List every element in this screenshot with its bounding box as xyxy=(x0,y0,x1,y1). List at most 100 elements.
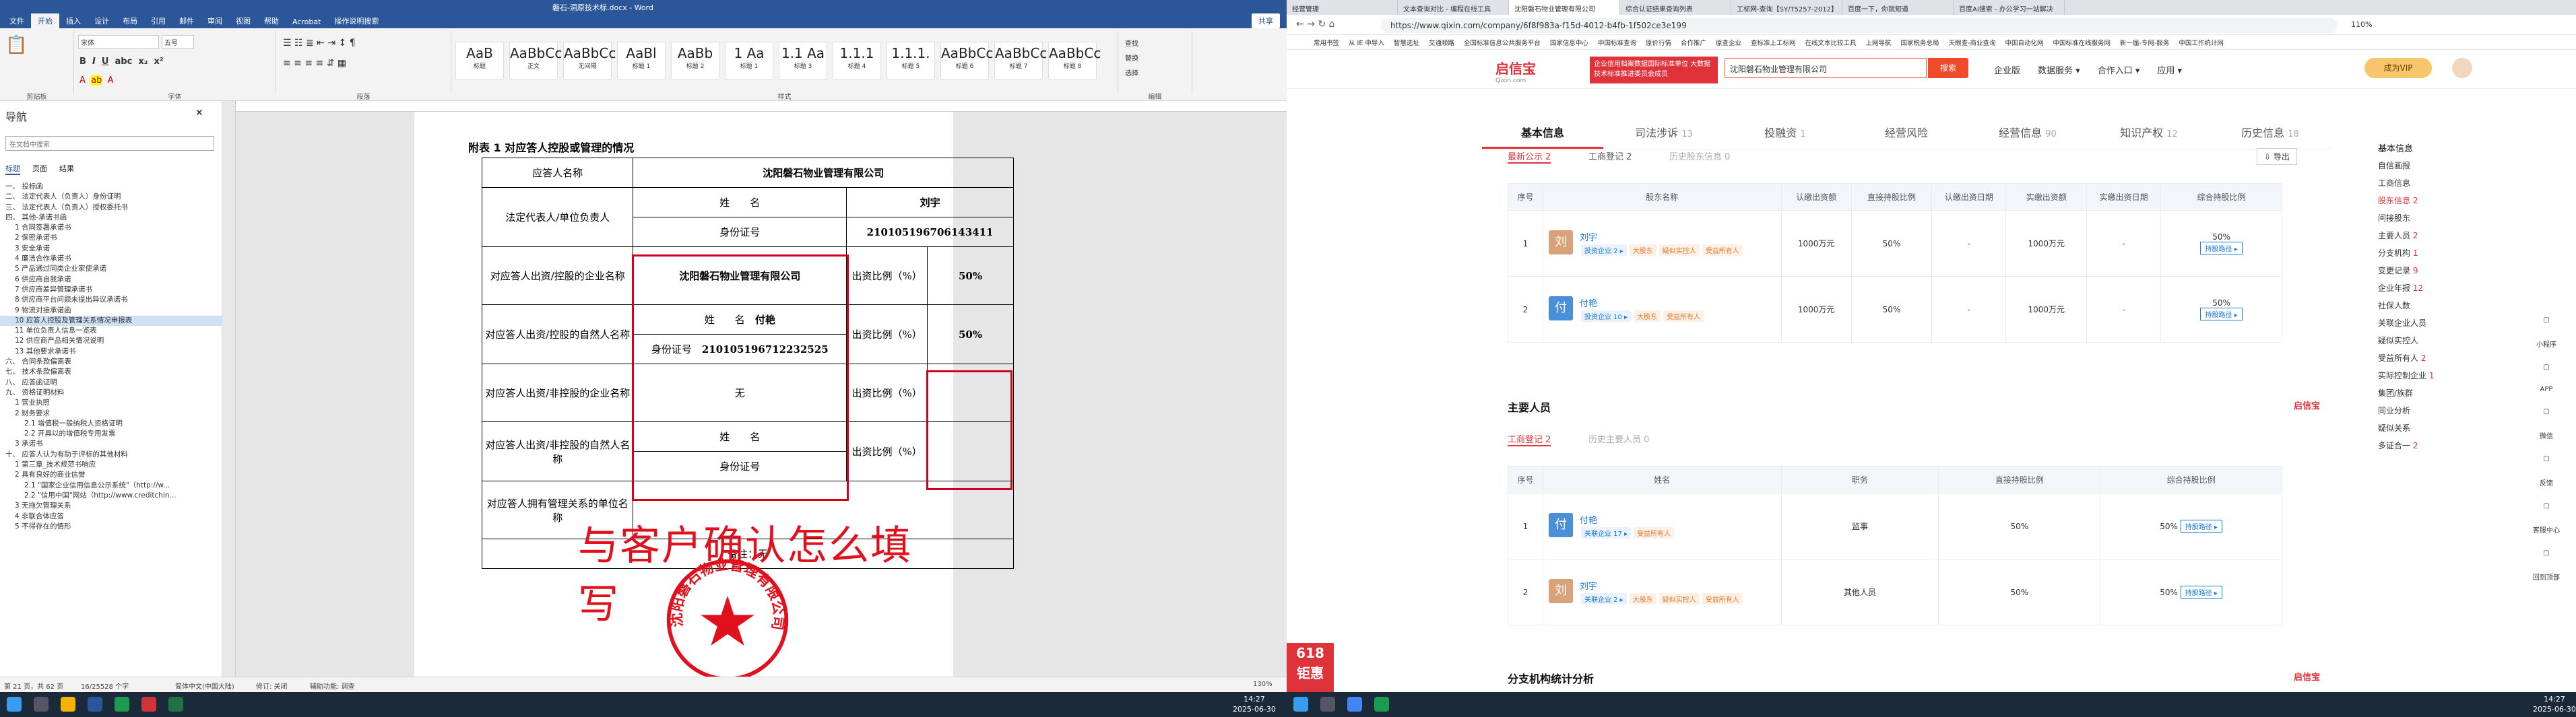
promo-618[interactable]: 618 钜惠 xyxy=(1287,643,1334,692)
replace-button[interactable]: 替换 xyxy=(1125,53,1138,63)
language[interactable]: 简体中文(中国大陆) xyxy=(175,681,234,691)
search-icon[interactable] xyxy=(34,697,49,712)
style-gallery-item[interactable]: AaBbCcDd 无间隔 xyxy=(563,42,635,79)
nav-heading-item[interactable]: 1 第三章_技术规范书响应 xyxy=(0,460,222,470)
person-name-link[interactable]: 刘宇 xyxy=(1580,579,1744,592)
side-tool[interactable]: ▢ 微信 xyxy=(2526,408,2567,440)
share-button[interactable]: 共享 xyxy=(1252,13,1280,28)
browser-tab[interactable]: 百度一下，你就知道 xyxy=(1842,0,1954,15)
nav-heading-item[interactable]: 二、 法定代表人（负责人）身份证明 xyxy=(0,192,222,202)
main-tab[interactable]: 基本信息 xyxy=(1482,118,1603,149)
share-path-button[interactable]: 持股路径 ▸ xyxy=(2180,586,2222,599)
nav-heading-item[interactable]: 4 非联合体应答 xyxy=(0,512,222,522)
nav-heading-item[interactable]: 一、 投标函 xyxy=(0,182,222,192)
bookmark-item[interactable]: 中国工作统计网 xyxy=(2179,38,2224,47)
browser-tab[interactable]: 综合认证结果查询列表 xyxy=(1620,0,1731,15)
main-tab[interactable]: 知识产权 12 xyxy=(2088,118,2210,149)
excel-icon[interactable] xyxy=(168,697,183,712)
tab-review[interactable]: 审阅 xyxy=(201,13,229,28)
subtab-history[interactable]: 历史股东信息 0 xyxy=(1669,149,1730,162)
nav-heading-item[interactable]: 2 保密承诺书 xyxy=(0,233,222,243)
tab-acrobat[interactable]: Acrobat xyxy=(286,15,327,28)
bookmark-item[interactable]: 智慧选址 xyxy=(1394,38,1419,47)
main-tab[interactable]: 司法涉诉 13 xyxy=(1603,118,1725,149)
bookmark-item[interactable]: 原价行情 xyxy=(1646,38,1671,47)
paste-icon[interactable]: 📋 xyxy=(5,35,27,55)
right-nav-item[interactable]: 变更记录 9 xyxy=(2378,265,2499,282)
bookmark-item[interactable]: 常用书签 xyxy=(1314,38,1339,47)
zoom-level[interactable]: 130% xyxy=(1253,681,1273,688)
style-gallery-item[interactable]: 1.1 Aa 标题 3 xyxy=(779,42,827,79)
tab-home[interactable]: 开始 xyxy=(31,13,59,28)
tab-layout[interactable]: 布局 xyxy=(116,13,144,28)
side-tool[interactable]: ▢ APP xyxy=(2526,364,2567,393)
right-nav-item[interactable]: 疑似实控人 xyxy=(2378,335,2499,352)
nav-heading-item[interactable]: 六、 合同条款偏离表 xyxy=(0,357,222,367)
font-color-icon[interactable]: A ab A xyxy=(79,75,114,86)
style-gallery-item[interactable]: AaBl 标题 1 xyxy=(617,42,666,79)
right-nav-item[interactable]: 受益所有人 2 xyxy=(2378,352,2499,370)
explorer-icon[interactable] xyxy=(61,697,75,712)
bookmark-item[interactable]: 新一届-专网-服务 xyxy=(2120,38,2169,47)
person-name-link[interactable]: 付艳 xyxy=(1580,296,1705,309)
select-button[interactable]: 选择 xyxy=(1125,67,1138,77)
tab-design[interactable]: 设计 xyxy=(88,13,116,28)
side-tool[interactable]: ▢ 反馈 xyxy=(2526,455,2567,487)
browser-tab[interactable]: 工标网-查询【SY/T5257-2012】 xyxy=(1731,0,1842,15)
nav-heading-item[interactable]: 5 不得存在的情形 xyxy=(0,522,222,532)
track-changes[interactable]: 修订: 关闭 xyxy=(256,681,288,691)
main-tab[interactable]: 经营风险 xyxy=(1846,118,1967,149)
wechat-icon-2[interactable] xyxy=(1374,697,1389,712)
browser-tab[interactable]: 百度AI搜索 - 办公学习一站解决 xyxy=(1954,0,2065,15)
bookmark-item[interactable]: 上网导航 xyxy=(1866,38,1892,47)
main-tab[interactable]: 投融资 1 xyxy=(1725,118,1846,149)
accessibility[interactable]: 辅助功能: 调查 xyxy=(310,681,355,691)
bookmark-item[interactable]: 国家信息中心 xyxy=(1550,38,1588,47)
bookmark-item[interactable]: 天眼查-商业查询 xyxy=(1949,38,1996,47)
style-gallery-item[interactable]: AaBbCc 标题 7 xyxy=(994,42,1047,79)
nav-heading-item[interactable]: 2.2 开具以的增值税专用发票 xyxy=(0,429,222,439)
right-nav-item[interactable]: 社保人数 xyxy=(2378,300,2499,317)
nav-heading-item[interactable]: 12 供应商产品相关情况说明 xyxy=(0,336,222,346)
nav-partner[interactable]: 合作入口 ▾ xyxy=(2098,63,2140,76)
side-tool[interactable]: ▢ 客服中心 xyxy=(2526,502,2567,535)
nav-heading-item[interactable]: 2 具有良好的商业信誉 xyxy=(0,470,222,480)
nav-heading-item[interactable]: 6 供应商自我承诺 xyxy=(0,275,222,285)
nav-heading-item[interactable]: 4 廉洁合作承诺书 xyxy=(0,254,222,264)
person-name-link[interactable]: 刘宇 xyxy=(1580,230,1744,243)
nav-heading-item[interactable]: 3 安全承诺 xyxy=(0,244,222,254)
right-nav-item[interactable]: 自信画报 xyxy=(2378,160,2499,177)
nav-arrows-icon[interactable]: ← → ↻ ⌂ xyxy=(1296,19,1334,30)
right-nav-item[interactable]: 同业分析 xyxy=(2378,405,2499,422)
nav-heading-item[interactable]: 8 供应商平台问题未提出异议承诺书 xyxy=(0,295,222,305)
right-nav-item[interactable]: 工商信息 xyxy=(2378,177,2499,195)
tab-headings[interactable]: 标题 xyxy=(5,163,20,175)
start-icon-2[interactable] xyxy=(1293,697,1308,712)
tab-insert[interactable]: 插入 xyxy=(59,13,88,28)
page-count[interactable]: 第 21 页，共 62 页 xyxy=(4,681,63,691)
right-nav-item[interactable]: 关联企业人员 xyxy=(2378,317,2499,335)
nav-heading-item[interactable]: 四、 其他-承诺书函 xyxy=(0,213,222,223)
person-tag[interactable]: 关联企业 2 ▸ xyxy=(1580,592,1627,605)
acrobat-icon[interactable] xyxy=(141,697,156,712)
tab-mailings[interactable]: 邮件 xyxy=(172,13,201,28)
nav-heading-item[interactable]: 2.1 "国家企业信用信息公示系统"（http://w... xyxy=(0,481,222,491)
avatar[interactable] xyxy=(2452,58,2472,78)
close-icon[interactable]: ✕ xyxy=(195,108,203,118)
align-icon[interactable]: ≡ ≡ ≡ ≡ ⇵ ▦ xyxy=(283,58,346,69)
right-nav-item[interactable]: 实际控制企业 1 xyxy=(2378,370,2499,387)
share-path-button[interactable]: 持股路径 ▸ xyxy=(2200,308,2243,320)
bold-icon[interactable]: B I U abc x₂ x² xyxy=(79,57,164,67)
tab-results[interactable]: 结果 xyxy=(59,163,74,175)
tab-file[interactable]: 文件 xyxy=(3,13,31,28)
tab-view[interactable]: 视图 xyxy=(229,13,257,28)
share-path-button[interactable]: 持股路径 ▸ xyxy=(2180,520,2222,533)
browser-tab[interactable]: 文本查询对比 - 编程在线工具 xyxy=(1398,0,1509,15)
right-nav-item[interactable]: 企业年报 12 xyxy=(2378,282,2499,300)
nav-heading-item[interactable]: 九、 资格证明材料 xyxy=(0,388,222,398)
browser-icon[interactable] xyxy=(1347,697,1362,712)
bookmark-item[interactable]: 中国标准在线服务网 xyxy=(2053,38,2111,47)
site-logo[interactable]: 启信宝 Qixin.com xyxy=(1495,58,1536,84)
right-nav-item[interactable]: 主要人员 2 xyxy=(2378,230,2499,247)
nav-heading-item[interactable]: 3 无拖欠管理关系 xyxy=(0,501,222,511)
